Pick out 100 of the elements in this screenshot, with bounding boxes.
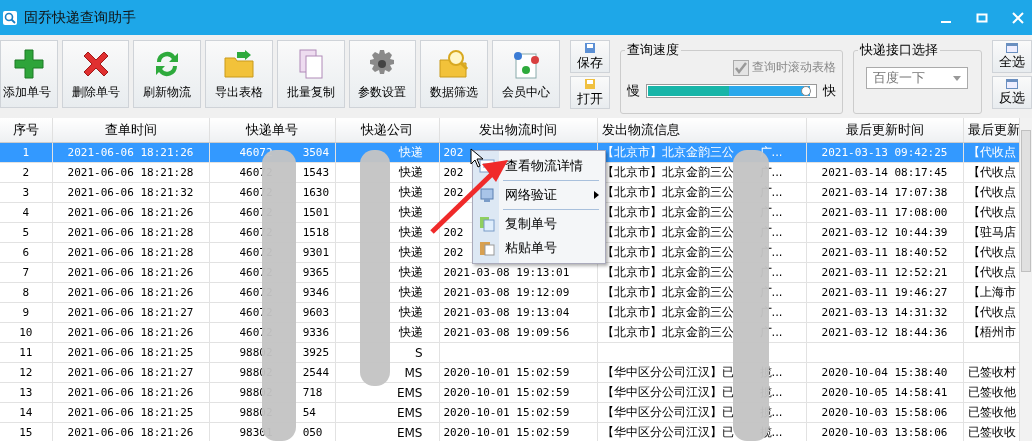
tracking-number-end: 9365 — [302, 266, 330, 279]
update-info: 【代收点 — [967, 205, 1016, 219]
logistics-info-start: 【华中区分公司江汉】已 — [601, 365, 734, 379]
toolbar-button[interactable]: 批量复制 — [276, 40, 345, 108]
table-cell: 2021-06-06 18:21:28 — [52, 222, 209, 243]
column-header[interactable]: 序号 — [0, 118, 52, 143]
tracking-number-end: 1543 — [302, 166, 330, 179]
fast-label: 快 — [822, 82, 836, 100]
update-info: 【上海市 — [967, 285, 1016, 299]
toolbar-button[interactable]: 会员中心 — [491, 40, 560, 108]
checkbox-label: 查询时滚动表格 — [751, 59, 836, 76]
courier-name: 快递 — [398, 185, 423, 199]
table-cell: 4 — [0, 202, 52, 223]
logistics-info-start: 【北京市】北京金韵三公 — [601, 165, 734, 179]
table-cell: 12 — [0, 362, 52, 383]
courier-name: S — [414, 345, 423, 360]
column-header[interactable]: 快递公司 — [335, 118, 439, 143]
logistics-info-end: 广... — [759, 265, 783, 279]
send-time: 2020-10-01 15:02:59 — [443, 426, 570, 439]
logistics-info-start: 【北京市】北京金韵三公 — [601, 145, 734, 159]
logistics-info-end: 揽... — [759, 365, 783, 379]
select-button[interactable]: 反选 — [992, 76, 1032, 109]
tracking-number-end: 050 — [302, 426, 323, 439]
courier-name: EMS — [396, 385, 423, 400]
table-cell: 2021-06-06 18:21:26 — [52, 202, 209, 223]
update-info: 已签收收 — [967, 425, 1016, 439]
update-time: 2020-10-04 15:38:40 — [821, 366, 948, 379]
courier-name: 快递 — [398, 145, 423, 159]
table-cell: 2021-06-06 18:21:26 — [52, 282, 209, 303]
table-cell: 2021-06-06 18:21:32 — [52, 182, 209, 203]
courier-name: MS — [404, 365, 423, 380]
column-header[interactable]: 查单时间 — [52, 118, 209, 143]
send-time: 202 — [443, 226, 464, 239]
toolbar-button[interactable]: 导出表格 — [205, 40, 273, 108]
column-header[interactable]: 快递单号 — [209, 118, 335, 143]
logistics-info-end: 揽... — [759, 425, 783, 439]
tracking-number-end: 718 — [302, 386, 323, 399]
table-cell: 2021-06-06 18:21:26 — [52, 382, 209, 403]
table-cell: 2021-06-06 18:21:27 — [52, 362, 209, 383]
update-time: 2021-03-13 09:42:25 — [821, 146, 948, 159]
file-button[interactable]: 保存 — [569, 40, 610, 73]
window-title: 固乔快递查询助手 — [24, 8, 136, 27]
logistics-info-start: 【华中区分公司江汉】已 — [601, 405, 734, 419]
update-info: 【代收点 — [967, 305, 1016, 319]
logistics-info-end: 广... — [759, 185, 783, 199]
tracking-number-end: 1518 — [302, 226, 330, 239]
send-time: 202 — [443, 166, 464, 179]
update-info: 【代收点 — [967, 165, 1016, 179]
logistics-info-end: 广... — [759, 325, 783, 339]
column-header[interactable]: 发出物流信息 — [597, 118, 806, 143]
update-time: 2020-10-05 14:58:41 — [821, 386, 948, 399]
send-time: 2021-03-08 19:12:09 — [443, 286, 570, 299]
toolbar-button[interactable]: 参数设置 — [348, 40, 417, 108]
logistics-info-end: 广... — [759, 165, 783, 179]
update-time: 2021-03-11 18:40:52 — [821, 246, 948, 259]
interface-dropdown[interactable]: 百度一下 — [866, 67, 969, 89]
table-cell: 2 — [0, 162, 52, 183]
tracking-number-end: 9603 — [302, 306, 330, 319]
logistics-info-start: 【北京市】北京金韵三公 — [601, 265, 734, 279]
logistics-info-start: 【北京市】北京金韵三公 — [601, 305, 734, 319]
column-header[interactable]: 最后更新 — [963, 118, 1020, 143]
tracking-number-end: 3925 — [302, 346, 330, 359]
table-cell: 2021-06-06 18:21:28 — [52, 162, 209, 183]
table-cell: 13 — [0, 382, 52, 403]
select-button[interactable]: 全选 — [992, 40, 1032, 73]
table-cell: 10 — [0, 322, 52, 343]
slow-label: 慢 — [626, 82, 640, 100]
update-time: 2021-03-14 17:07:38 — [821, 186, 948, 199]
toolbar-button[interactable]: 刷新物流 — [133, 40, 202, 108]
send-time: 2020-10-01 15:02:59 — [443, 386, 570, 399]
toolbar-button[interactable]: 添加单号 — [0, 40, 58, 108]
tracking-number-start: 46072 — [239, 146, 273, 159]
table-cell: 15 — [0, 422, 52, 441]
column-header[interactable]: 最后更新时间 — [806, 118, 963, 143]
toolbar-button[interactable]: 删除单号 — [61, 40, 130, 108]
send-time: 2021-03-08 19:13:01 — [443, 266, 570, 279]
courier-name: 快递 — [398, 285, 423, 299]
logistics-info-end: 揽... — [759, 385, 783, 399]
table-cell: 2021-06-06 18:21:25 — [52, 402, 209, 423]
tracking-number-end: 3504 — [302, 146, 330, 159]
column-header[interactable]: 发出物流时间 — [439, 118, 597, 143]
courier-name: 快递 — [398, 165, 423, 179]
table-cell: 5 — [0, 222, 52, 243]
logistics-info-end: 广... — [759, 225, 783, 239]
table-cell: 2021-06-06 18:21:26 — [52, 322, 209, 343]
update-time: 2021-03-12 10:44:39 — [821, 226, 948, 239]
toolbar-button[interactable]: 数据筛选 — [420, 40, 488, 108]
update-time: 2021-03-11 12:52:21 — [821, 266, 948, 279]
table-cell: 11 — [0, 342, 52, 363]
update-time: 2020-10-03 15:58:06 — [821, 406, 948, 419]
table-cell: 14 — [0, 402, 52, 423]
update-info: 【代收点 — [967, 145, 1016, 159]
send-time: 202 — [443, 146, 464, 159]
update-time: 2021-03-11 19:46:27 — [821, 286, 948, 299]
table-cell: 2021-06-06 18:21:26 — [52, 422, 209, 441]
group-title: 快递接口选择 — [857, 41, 940, 59]
logistics-info-end: 揽... — [759, 405, 783, 419]
file-button[interactable]: 打开 — [569, 76, 610, 109]
update-info: 已签收他 — [967, 405, 1016, 419]
update-time: 2020-10-03 13:58:06 — [821, 426, 948, 439]
